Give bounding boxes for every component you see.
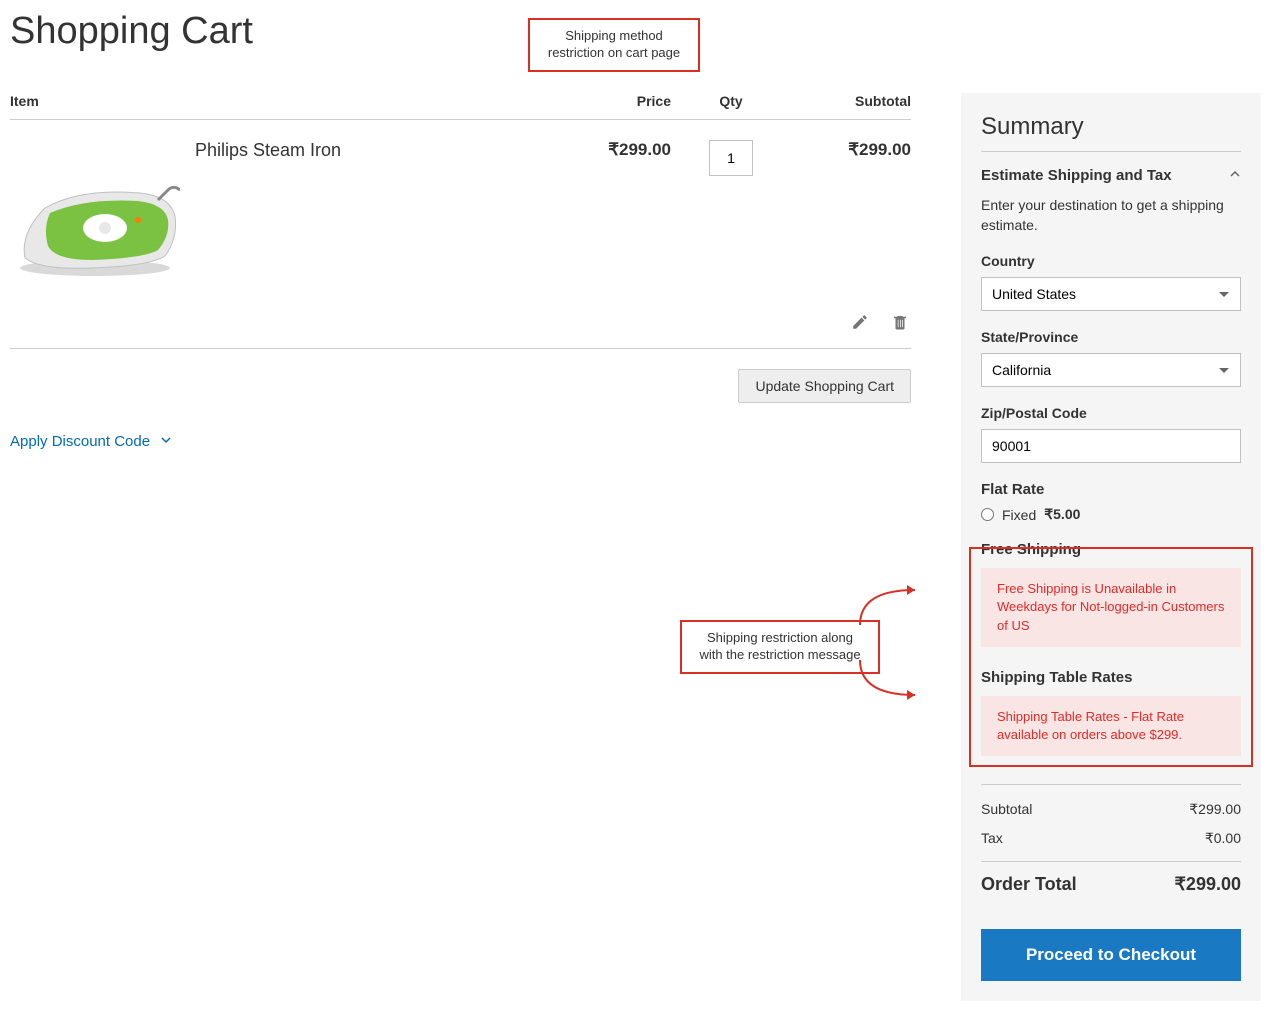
cart-item-row: Philips Steam Iron ₹299.00 ₹299.00 [10,120,911,293]
remove-item-button[interactable] [889,311,911,336]
summary-sidebar: Summary Estimate Shipping and Tax Enter … [961,93,1261,1001]
table-rates-error: Shipping Table Rates - Flat Rate availab… [981,696,1241,756]
apply-discount-link[interactable]: Apply Discount Code [10,433,172,450]
tax-value: ₹0.00 [1205,830,1241,847]
flat-rate-title: Flat Rate [981,481,1241,498]
product-image[interactable] [10,138,180,283]
free-shipping-title: Free Shipping [981,541,1241,558]
estimate-shipping-toggle[interactable]: Estimate Shipping and Tax [981,167,1241,184]
summary-title: Summary [981,113,1241,152]
trash-icon [891,319,909,334]
state-select[interactable]: California [981,353,1241,387]
col-header-subtotal: Subtotal [791,93,911,109]
estimate-description: Enter your destination to get a shipping… [981,196,1241,235]
item-subtotal: ₹299.00 [791,138,911,283]
subtotal-value: ₹299.00 [1189,801,1241,818]
zip-input[interactable] [981,429,1241,463]
chevron-down-icon [160,433,172,450]
proceed-to-checkout-button[interactable]: Proceed to Checkout [981,929,1241,981]
flat-rate-radio[interactable] [981,508,994,521]
annotation-top: Shipping method restriction on cart page [528,18,700,72]
annotation-side: Shipping restriction along with the rest… [680,620,880,674]
chevron-up-icon [1229,167,1241,184]
order-total-label: Order Total [981,874,1077,895]
table-rates-title: Shipping Table Rates [981,669,1241,686]
edit-item-button[interactable] [849,311,871,336]
col-header-qty: Qty [671,93,791,109]
totals-section: Subtotal ₹299.00 Tax ₹0.00 Order Total ₹… [981,784,1241,901]
subtotal-label: Subtotal [981,801,1032,818]
qty-input[interactable] [709,140,753,176]
free-shipping-error: Free Shipping is Unavailable in Weekdays… [981,568,1241,647]
product-name[interactable]: Philips Steam Iron [195,138,341,283]
cart-main: Item Price Qty Subtotal [10,93,911,1001]
update-cart-button[interactable]: Update Shopping Cart [738,369,911,403]
flat-rate-option[interactable]: Fixed ₹5.00 [981,506,1241,523]
item-price: ₹299.00 [551,138,671,283]
flat-rate-section: Flat Rate Fixed ₹5.00 [981,481,1241,523]
country-select[interactable]: United States [981,277,1241,311]
tax-label: Tax [981,830,1003,847]
col-header-item: Item [10,93,551,109]
cart-item-actions [10,293,911,349]
table-rates-section: Shipping Table Rates Shipping Table Rate… [981,669,1241,756]
zip-label: Zip/Postal Code [981,405,1241,421]
col-header-price: Price [551,93,671,109]
pencil-icon [851,319,869,334]
country-label: Country [981,253,1241,269]
state-label: State/Province [981,329,1241,345]
cart-header-row: Item Price Qty Subtotal [10,93,911,120]
free-shipping-section: Free Shipping Free Shipping is Unavailab… [981,541,1241,647]
order-total-value: ₹299.00 [1174,874,1241,895]
